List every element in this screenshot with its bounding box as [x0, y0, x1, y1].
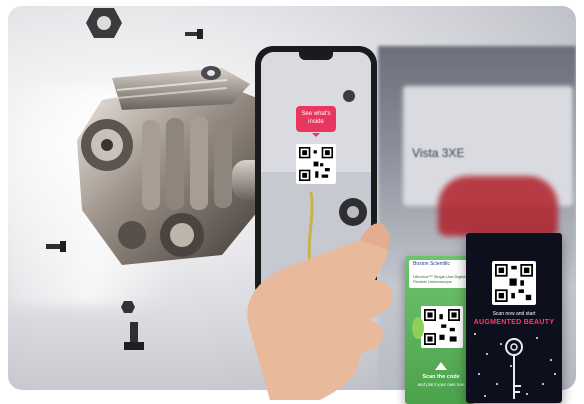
- leaf-icon: [412, 317, 424, 339]
- dark-card: Scan now and start AUGMENTED BEAUTY: [466, 233, 562, 403]
- arrow-up-icon: [435, 362, 447, 370]
- screw-icon: [185, 29, 203, 39]
- dark-card-line1: Scan now and start: [492, 311, 536, 317]
- brand-name: Boston Scientific: [413, 261, 450, 267]
- small-nut-icon: [121, 301, 135, 313]
- dark-card-qr-code[interactable]: [492, 261, 536, 305]
- key-icon: [505, 338, 523, 399]
- hand-illustration: [247, 223, 393, 400]
- dark-card-title: AUGMENTED BEAUTY: [473, 319, 555, 326]
- washer-icon: [201, 66, 221, 80]
- ar-bubble: See what's inside: [296, 106, 336, 137]
- nut-icon: [86, 8, 122, 38]
- bolt-icon: [46, 241, 66, 252]
- green-card-qr-code[interactable]: [421, 306, 463, 348]
- qr-pattern: [495, 264, 533, 302]
- green-card: Boston Scientific LithoVue™ Single-Use D…: [405, 256, 475, 404]
- showroom-sign: Vista 3XE: [412, 146, 465, 160]
- phone-notch: [299, 52, 333, 60]
- bolt-icon: [124, 322, 144, 350]
- card-cta-title: Scan the code: [422, 374, 460, 380]
- qr-pattern: [424, 309, 460, 345]
- showroom-car: [438, 176, 558, 236]
- card-cta-subtitle: and plant your own tree: [417, 382, 465, 387]
